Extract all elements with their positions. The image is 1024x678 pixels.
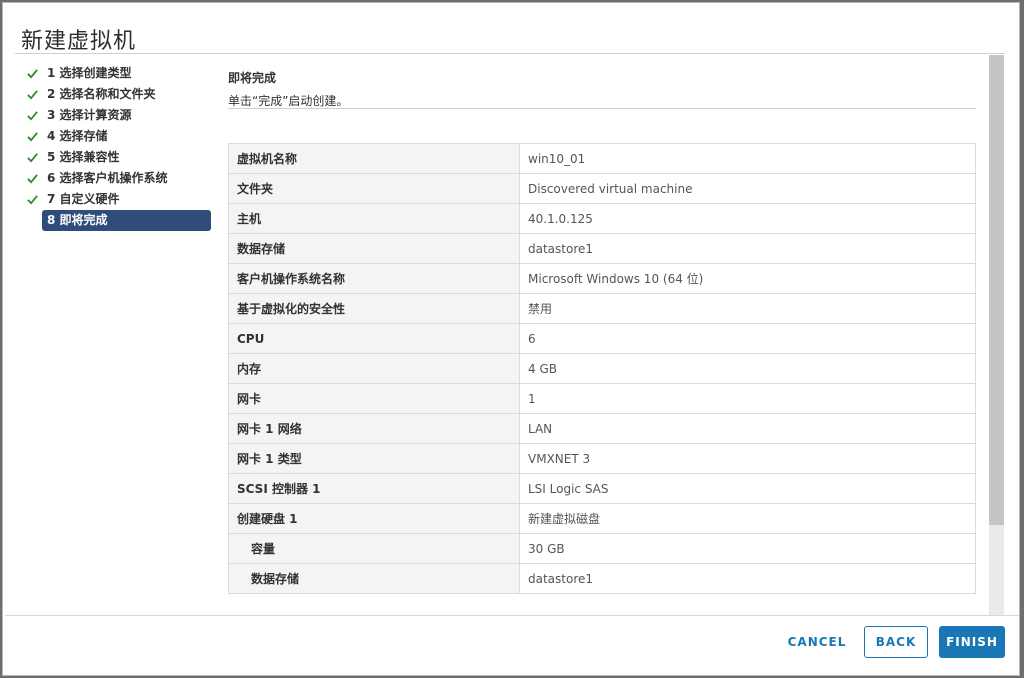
table-row: 数据存储 datastore1 [228,233,976,264]
scrollbar-thumb[interactable] [989,55,1004,525]
wizard-step[interactable]: 8 即将完成 [42,210,211,231]
row-value: datastore1 [519,563,976,594]
wizard-step-label: 1 选择创建类型 [47,66,132,80]
row-value: 4 GB [519,353,976,384]
content-header: 即将完成 单击“完成”启动创建。 [228,69,348,109]
row-key: 内存 [228,353,520,384]
row-value: win10_01 [519,143,976,174]
finish-button[interactable]: FINISH [939,626,1005,658]
wizard-step[interactable]: 5 选择兼容性 [23,147,213,168]
row-value: LSI Logic SAS [519,473,976,504]
table-row: 客户机操作系统名称 Microsoft Windows 10 (64 位) [228,263,976,294]
table-row: 容量 30 GB [228,533,976,564]
row-key: 创建硬盘 1 [228,503,520,534]
table-row: 内存 4 GB [228,353,976,384]
summary-table: 虚拟机名称 win10_01 文件夹 Discovered virtual machi… [228,143,976,594]
row-key: 网卡 1 网络 [228,413,520,444]
table-row: 网卡 1 网络 LAN [228,413,976,444]
row-key: 文件夹 [228,173,520,204]
table-row: 网卡 1 [228,383,976,414]
wizard-step[interactable]: 2 选择名称和文件夹 [23,84,213,105]
back-button[interactable]: BACK [864,626,928,658]
row-key: 数据存储 [228,233,520,264]
wizard-step-label: 5 选择兼容性 [47,150,120,164]
row-value: 30 GB [519,533,976,564]
row-value: 6 [519,323,976,354]
table-row: SCSI 控制器 1 LSI Logic SAS [228,473,976,504]
row-key: 网卡 [228,383,520,414]
row-value: Microsoft Windows 10 (64 位) [519,263,976,294]
wizard-step[interactable]: 4 选择存储 [23,126,213,147]
wizard-steps: 1 选择创建类型 2 选择名称和文件夹 3 选择计算资源 4 选择存储 5 选择兼容性 6… [23,63,213,231]
content-subtext: 单击“完成”启动创建。 [228,94,349,108]
row-value: 1 [519,383,976,414]
row-key: 虚拟机名称 [228,143,520,174]
table-row: 数据存储 datastore1 [228,563,976,594]
wizard-step-label: 2 选择名称和文件夹 [47,87,156,101]
wizard-step[interactable]: 6 选择客户机操作系统 [23,168,213,189]
title-divider [15,53,1005,54]
table-row: 创建硬盘 1 新建虚拟磁盘 [228,503,976,534]
wizard-step[interactable]: 3 选择计算资源 [23,105,213,126]
row-key: 基于虚拟化的安全性 [228,293,520,324]
wizard-step[interactable]: 7 自定义硬件 [23,189,213,210]
check-icon [27,90,38,100]
content-divider [228,108,976,109]
content-heading: 即将完成 [228,71,277,85]
row-value: LAN [519,413,976,444]
check-icon [27,132,38,142]
wizard-step-label: 6 选择客户机操作系统 [47,171,168,185]
row-value: 禁用 [519,293,976,324]
new-vm-dialog: 新建虚拟机 1 选择创建类型 2 选择名称和文件夹 3 选择计算资源 4 选择存储 5 … [2,2,1020,676]
table-row: 虚拟机名称 win10_01 [228,143,976,174]
footer-divider [5,615,1019,616]
row-key: SCSI 控制器 1 [228,473,520,504]
dialog-title: 新建虚拟机 [21,29,137,54]
table-row: 主机 40.1.0.125 [228,203,976,234]
row-value: VMXNET 3 [519,443,976,474]
row-value: 40.1.0.125 [519,203,976,234]
row-key: 容量 [228,533,520,564]
check-icon [27,174,38,184]
wizard-step-label: 7 自定义硬件 [47,192,120,206]
row-value: Discovered virtual machine [519,173,976,204]
wizard-step-label: 4 选择存储 [47,129,108,143]
check-icon [27,195,38,205]
table-row: CPU 6 [228,323,976,354]
row-key: 网卡 1 类型 [228,443,520,474]
row-key: CPU [228,323,520,354]
table-row: 网卡 1 类型 VMXNET 3 [228,443,976,474]
wizard-step-label: 3 选择计算资源 [47,108,132,122]
table-row: 文件夹 Discovered virtual machine [228,173,976,204]
check-icon [27,69,38,79]
row-value: 新建虚拟磁盘 [519,503,976,534]
wizard-step-label: 8 即将完成 [47,213,108,227]
row-key: 数据存储 [228,563,520,594]
row-key: 主机 [228,203,520,234]
wizard-step[interactable]: 1 选择创建类型 [23,63,213,84]
check-icon [27,111,38,121]
check-icon [27,153,38,163]
row-value: datastore1 [519,233,976,264]
summary-table-container[interactable]: 虚拟机名称 win10_01 文件夹 Discovered virtual machi… [228,143,976,615]
table-row: 基于虚拟化的安全性 禁用 [228,293,976,324]
row-key: 客户机操作系统名称 [228,263,520,294]
cancel-button[interactable]: CANCEL [783,626,851,658]
